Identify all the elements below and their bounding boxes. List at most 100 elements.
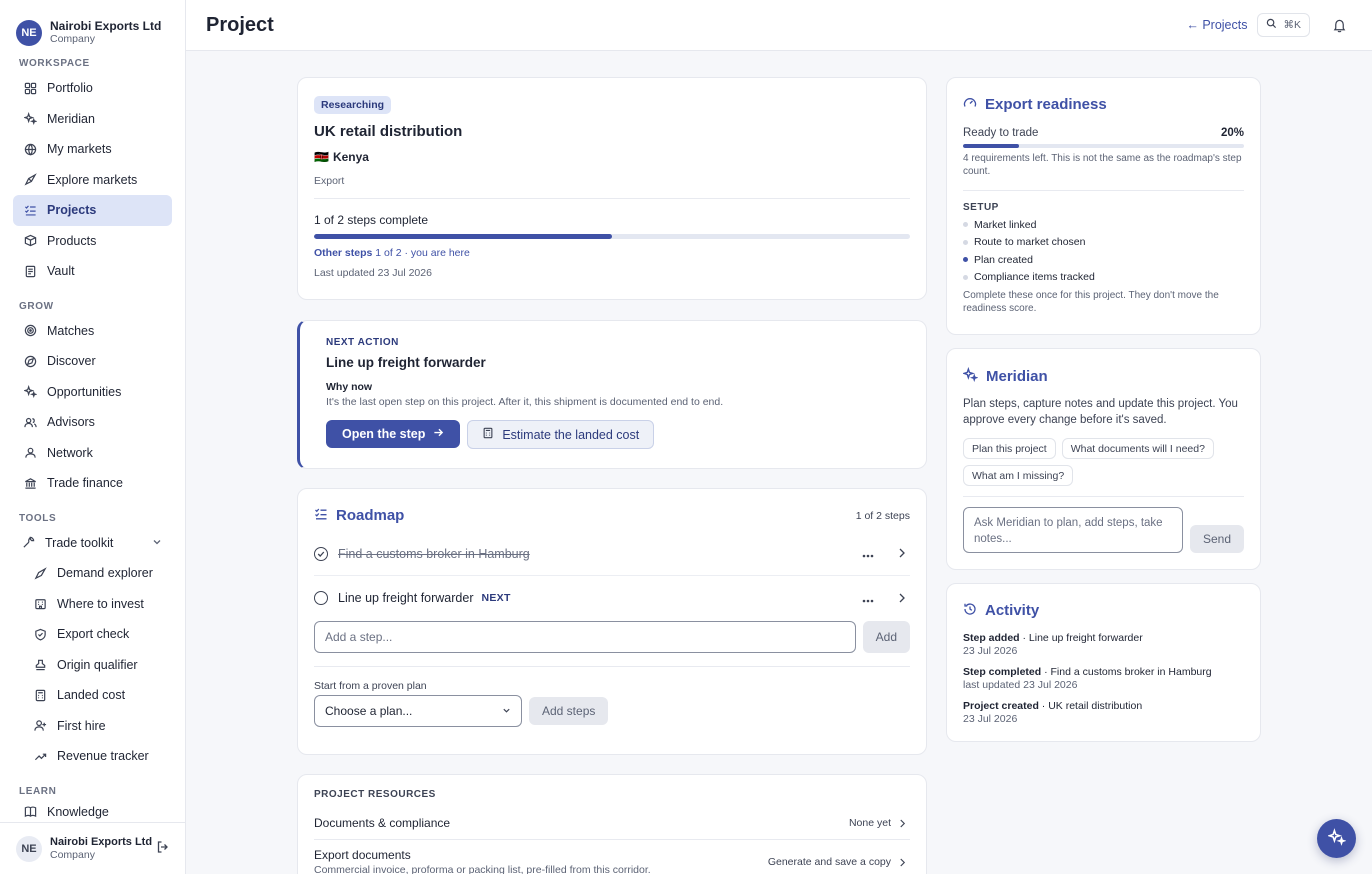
book-icon bbox=[23, 805, 37, 819]
roadmap-step[interactable]: Find a customs broker in Hamburg bbox=[314, 532, 910, 576]
activity-card: Activity Step added · Line up freight fo… bbox=[946, 583, 1261, 742]
sidebar-item-advisors[interactable]: Advisors bbox=[13, 407, 172, 438]
sidebar-item-demand-explorer[interactable]: Demand explorer bbox=[13, 558, 172, 589]
sidebar-item-vault[interactable]: Vault bbox=[13, 256, 172, 287]
meridian-title: Meridian bbox=[986, 367, 1048, 385]
chevron-right-icon[interactable] bbox=[898, 591, 906, 606]
sidebar-item-trade-finance[interactable]: Trade finance bbox=[13, 468, 172, 499]
project-summary-card: Researching UK retail distribution 🇰🇪 Ke… bbox=[297, 77, 927, 300]
sidebar-item-trade-toolkit[interactable]: Trade toolkit bbox=[13, 528, 172, 559]
account-footer: NE Nairobi Exports Ltd Company bbox=[0, 822, 185, 874]
circle-icon[interactable] bbox=[314, 591, 328, 605]
plan-label: Start from a proven plan bbox=[314, 680, 427, 692]
bank-icon bbox=[23, 476, 37, 490]
roadmap-step[interactable]: Line up freight forwarder NEXT bbox=[314, 576, 910, 620]
users-icon bbox=[23, 415, 37, 429]
setup-label: SETUP bbox=[963, 202, 999, 213]
why-now-text: It's the last open step on this project.… bbox=[326, 396, 724, 408]
search-button[interactable]: ⌘K bbox=[1257, 13, 1310, 37]
activity-title: Activity bbox=[985, 602, 1040, 619]
sidebar-item-label: Trade finance bbox=[47, 476, 123, 491]
sidebar: NE Nairobi Exports Ltd Company WORKSPACE… bbox=[0, 0, 186, 874]
project-country: 🇰🇪 Kenya bbox=[314, 150, 910, 164]
meridian-input[interactable]: Ask Meridian to plan, add steps, take no… bbox=[963, 507, 1183, 553]
sparkle-icon bbox=[23, 385, 37, 399]
building-icon bbox=[33, 597, 47, 611]
sidebar-item-first-hire[interactable]: First hire bbox=[13, 711, 172, 742]
resource-row-documents[interactable]: Documents & compliance None yet bbox=[314, 813, 910, 833]
org-avatar: NE bbox=[16, 19, 42, 46]
chevron-down-icon bbox=[502, 704, 511, 718]
status-dot bbox=[963, 239, 968, 245]
sidebar-item-meridian[interactable]: Meridian bbox=[13, 104, 172, 135]
logout-icon[interactable] bbox=[156, 840, 170, 857]
calculator-icon bbox=[482, 427, 494, 442]
sidebar-item-revenue-tracker[interactable]: Revenue tracker bbox=[13, 741, 172, 772]
stamp-icon bbox=[33, 658, 47, 672]
meridian-card: Meridian Plan steps, capture notes and u… bbox=[946, 348, 1261, 570]
send-button[interactable]: Send bbox=[1189, 525, 1244, 553]
gauge-icon bbox=[963, 96, 977, 113]
estimate-landed-cost-button[interactable]: Estimate the landed cost bbox=[467, 420, 655, 449]
chevron-right-icon bbox=[899, 816, 906, 831]
chevron-down-icon bbox=[152, 536, 162, 550]
file-icon bbox=[23, 264, 37, 278]
suggestion-chip[interactable]: What am I missing? bbox=[963, 465, 1074, 486]
add-step-button[interactable]: Add bbox=[862, 621, 910, 653]
suggestion-chip[interactable]: What documents will I need? bbox=[1061, 438, 1214, 459]
setup-footer: Complete these once for this project. Th… bbox=[963, 290, 1219, 314]
sidebar-item-opportunities[interactable]: Opportunities bbox=[13, 377, 172, 408]
nav-section-learn: LEARN bbox=[19, 785, 57, 797]
org-type: Company bbox=[50, 33, 95, 46]
step-label: Find a customs broker in Hamburg bbox=[338, 546, 530, 561]
user-plus-icon bbox=[33, 719, 47, 733]
sidebar-item-knowledge[interactable]: Knowledge bbox=[13, 801, 172, 823]
sidebar-item-label: Export check bbox=[57, 627, 130, 642]
sidebar-item-portfolio[interactable]: Portfolio bbox=[13, 73, 172, 104]
more-icon[interactable] bbox=[862, 591, 874, 606]
steps-complete: 1 of 2 steps complete bbox=[314, 213, 429, 227]
resource-row-export-documents[interactable]: Export documents Commercial invoice, pro… bbox=[314, 848, 910, 874]
status-dot bbox=[963, 257, 968, 263]
setup-item-label: Market linked bbox=[974, 218, 1037, 231]
readiness-progress-fill bbox=[963, 144, 1020, 148]
account-type: Company bbox=[50, 848, 95, 861]
sidebar-item-label: Where to invest bbox=[57, 596, 144, 611]
sidebar-item-projects[interactable]: Projects bbox=[13, 195, 172, 226]
setup-item: Compliance items tracked bbox=[963, 269, 1244, 287]
sidebar-item-origin-qualifier[interactable]: Origin qualifier bbox=[13, 650, 172, 681]
sidebar-item-explore-markets[interactable]: Explore markets bbox=[13, 165, 172, 196]
sidebar-item-export-check[interactable]: Export check bbox=[13, 619, 172, 650]
sidebar-item-my-markets[interactable]: My markets bbox=[13, 134, 172, 165]
meridian-assistant-button[interactable] bbox=[1317, 819, 1356, 858]
back-to-projects-link[interactable]: ← Projects bbox=[1186, 18, 1247, 32]
setup-item-label: Plan created bbox=[974, 253, 1033, 266]
sidebar-item-products[interactable]: Products bbox=[13, 226, 172, 257]
sidebar-item-where-to-invest[interactable]: Where to invest bbox=[13, 589, 172, 620]
check-circle-icon[interactable] bbox=[314, 546, 328, 561]
open-step-button[interactable]: Open the step bbox=[326, 420, 461, 448]
sidebar-item-discover[interactable]: Discover bbox=[13, 346, 172, 377]
add-plan-steps-button[interactable]: Add steps bbox=[529, 697, 609, 725]
more-icon[interactable] bbox=[862, 546, 874, 561]
sidebar-item-matches[interactable]: Matches bbox=[13, 316, 172, 347]
activity-item: Step completed · Find a customs broker i… bbox=[963, 666, 1244, 692]
activity-date: last updated 23 Jul 2026 bbox=[963, 679, 1078, 691]
user-avatar: NE bbox=[16, 835, 42, 862]
suggestion-chip[interactable]: Plan this project bbox=[963, 438, 1056, 459]
add-step-input[interactable]: Add a step... bbox=[314, 621, 856, 653]
box-icon bbox=[23, 234, 37, 248]
sidebar-item-landed-cost[interactable]: Landed cost bbox=[13, 680, 172, 711]
discover-icon bbox=[23, 354, 37, 368]
last-updated: Last updated 23 Jul 2026 bbox=[314, 267, 432, 279]
plan-select[interactable]: Choose a plan... bbox=[314, 695, 522, 727]
other-steps-link[interactable]: Other steps bbox=[314, 247, 372, 259]
sidebar-item-network[interactable]: Network bbox=[13, 438, 172, 469]
activity-detail: · Line up freight forwarder bbox=[1019, 632, 1143, 644]
sidebar-item-label: Trade toolkit bbox=[45, 535, 114, 550]
setup-item-label: Compliance items tracked bbox=[974, 271, 1095, 284]
chevron-right-icon[interactable] bbox=[898, 546, 906, 561]
bell-icon[interactable] bbox=[1326, 12, 1352, 38]
target-icon bbox=[23, 324, 37, 338]
org-switcher[interactable]: NE Nairobi Exports Ltd Company bbox=[0, 0, 185, 52]
